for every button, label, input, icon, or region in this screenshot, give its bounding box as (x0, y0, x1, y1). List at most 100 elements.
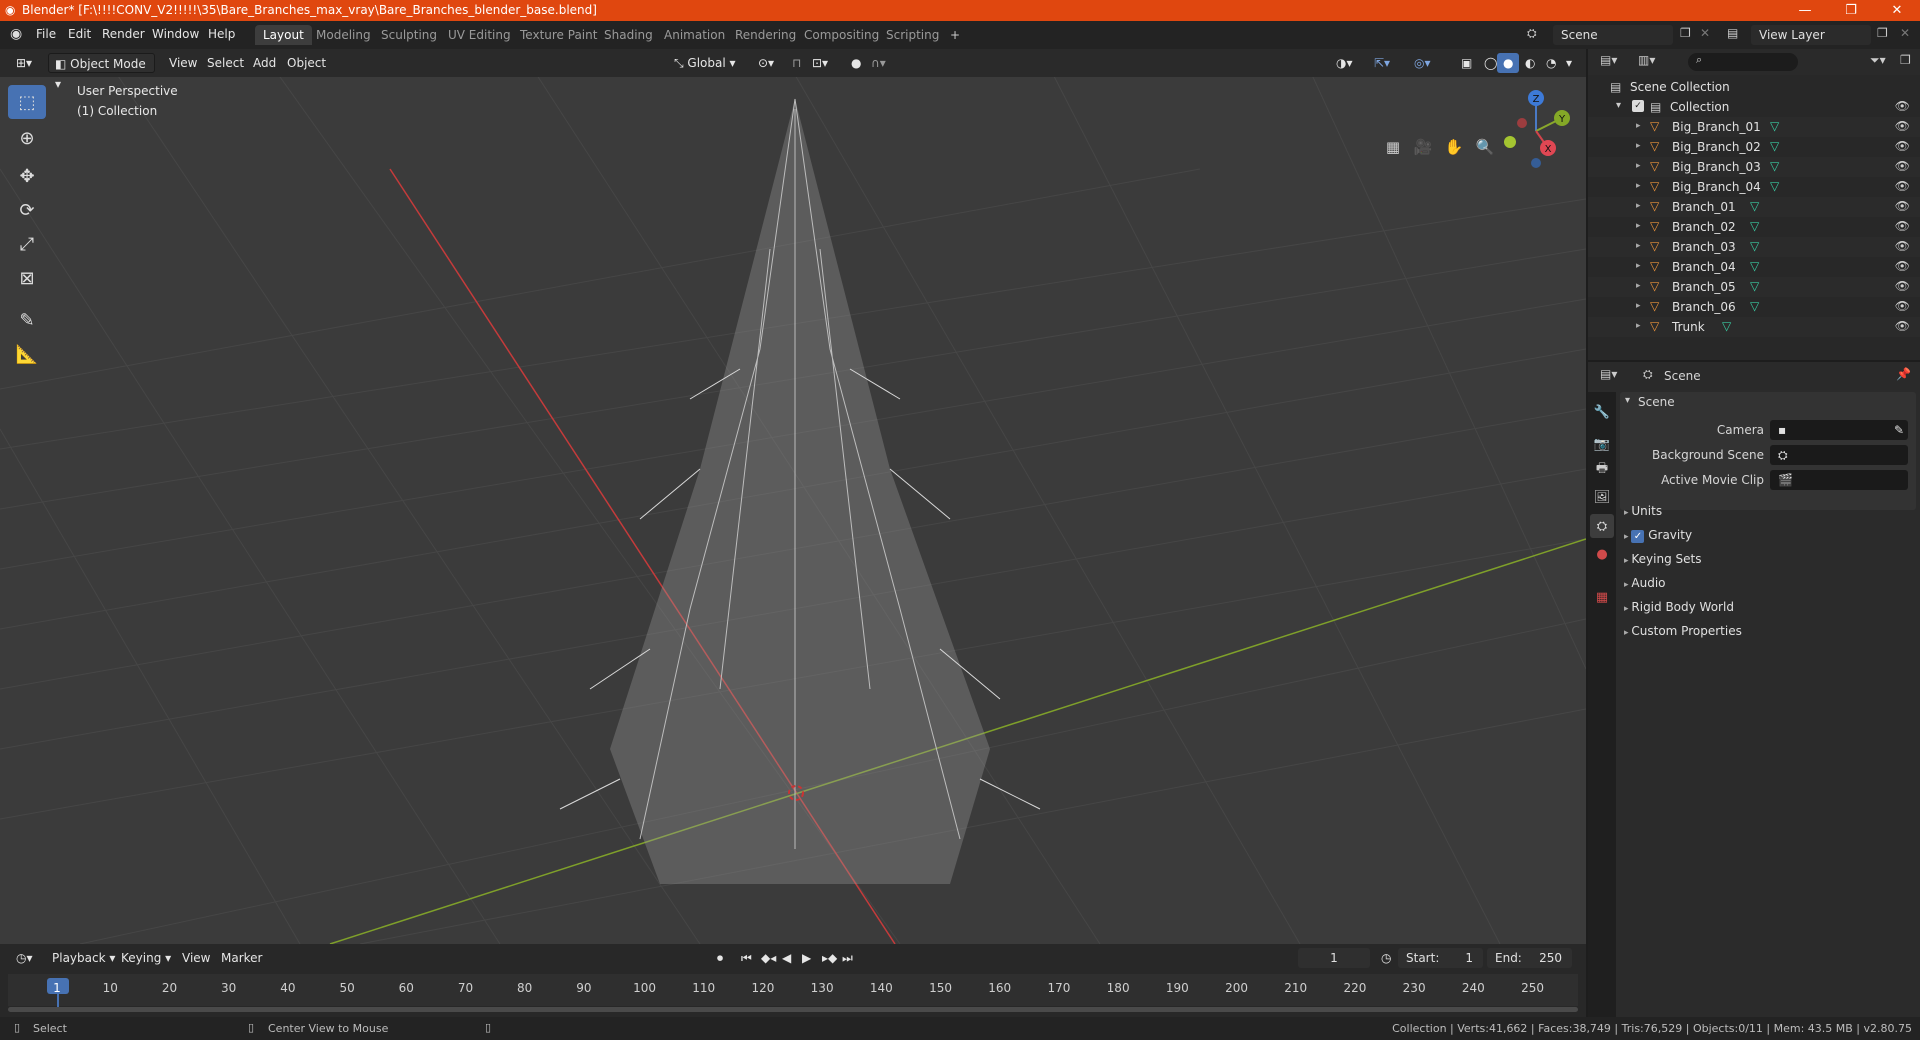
3d-viewport[interactable]: ⊞▾ ◧ Object Mode ▾ View Select Add Objec… (0, 49, 1586, 944)
pivot-point-icon[interactable]: ⊙▾ (752, 53, 780, 73)
cursor-tool[interactable]: ⊕ (8, 121, 46, 155)
expand-arrow-icon[interactable]: ▸ (1636, 141, 1641, 151)
mesh-data-icon[interactable]: ▽ (1770, 119, 1779, 133)
mesh-data-icon[interactable]: ▽ (1770, 139, 1779, 153)
eye-icon[interactable]: 👁 (1895, 299, 1910, 313)
rotate-tool[interactable]: ⟳ (8, 193, 46, 227)
menu-window[interactable]: Window (152, 27, 199, 41)
measure-tool[interactable]: 📐 (8, 337, 46, 371)
expand-arrow-icon[interactable]: ▸ (1636, 221, 1641, 231)
tab-shading[interactable]: Shading (596, 25, 661, 45)
view-layer-browse-icon[interactable]: ▤ (1727, 26, 1738, 40)
expand-arrow-icon[interactable]: ▾ (1616, 100, 1621, 111)
start-frame-field[interactable]: Start: 1 (1398, 948, 1483, 968)
snap-target-icon[interactable]: ⊡▾ (806, 53, 834, 73)
play-reverse-button[interactable]: ◀ (776, 948, 797, 968)
camera-view-icon[interactable]: 🎥 (1410, 134, 1436, 160)
tab-scripting[interactable]: Scripting (878, 25, 947, 45)
eye-icon[interactable]: 👁 (1895, 259, 1910, 273)
play-button[interactable]: ▶ (796, 948, 817, 968)
new-scene-icon[interactable]: ❐ (1680, 26, 1691, 40)
object-menu[interactable]: Object (281, 53, 332, 73)
xray-icon[interactable]: ▣ (1455, 53, 1478, 73)
mesh-data-icon[interactable]: ▽ (1770, 159, 1779, 173)
eye-icon[interactable]: 👁 (1895, 219, 1910, 233)
outliner-row-object[interactable]: ▸ ▽ Big_Branch_04 ▽ 👁 (1588, 177, 1920, 197)
tab-sculpting[interactable]: Sculpting (373, 25, 445, 45)
tab-rendering[interactable]: Rendering (727, 25, 804, 45)
keying-sets-panel[interactable]: ▸ Keying Sets (1624, 552, 1701, 566)
render-tab-icon[interactable]: 📷 (1590, 432, 1614, 456)
move-tool[interactable]: ✥ (8, 159, 46, 193)
tab-modeling[interactable]: Modeling (308, 25, 379, 45)
mode-dropdown[interactable]: ◧ Object Mode ▾ (48, 53, 155, 91)
outliner-row-object[interactable]: ▸ ▽ Branch_01 ▽ 👁 (1588, 197, 1920, 217)
record-button[interactable]: ⏺ (711, 948, 729, 968)
filter-icon[interactable]: ⏷▾ (1870, 53, 1886, 68)
expand-arrow-icon[interactable]: ▸ (1636, 161, 1641, 171)
collection-checkbox[interactable]: ✓ (1632, 100, 1644, 112)
pan-hand-icon[interactable]: ✋ (1441, 134, 1467, 160)
view-layer-tab-icon[interactable]: 🖼 (1590, 485, 1614, 509)
audio-panel[interactable]: ▸ Audio (1624, 576, 1666, 590)
current-frame-field[interactable]: 1 (1298, 948, 1370, 968)
select-box-tool[interactable]: ⬚ (8, 85, 46, 119)
keying-menu[interactable]: Keying ▾ (115, 948, 177, 968)
outliner-row-object[interactable]: ▸ ▽ Branch_04 ▽ 👁 (1588, 257, 1920, 277)
jump-end-button[interactable]: ⏭ (836, 948, 859, 968)
grid-toggle-icon[interactable]: ▦ (1380, 134, 1406, 160)
outliner-row-object[interactable]: ▸ ▽ Branch_03 ▽ 👁 (1588, 237, 1920, 257)
material-shading-icon[interactable]: ◐ (1519, 53, 1541, 73)
panel-expand-icon[interactable]: ▾ (1625, 395, 1630, 406)
transform-tool[interactable]: ⊠ (8, 261, 46, 295)
eyedropper-icon[interactable]: ✎ (1894, 420, 1904, 440)
close-button[interactable]: ✕ (1874, 0, 1920, 21)
timeline-view-menu[interactable]: View (176, 948, 216, 968)
mesh-data-icon[interactable]: ▽ (1770, 179, 1779, 193)
eye-icon[interactable]: 👁 (1895, 279, 1910, 293)
outliner-editor-type-icon[interactable]: ▤▾ (1600, 53, 1617, 67)
mesh-data-icon[interactable]: ▽ (1750, 239, 1759, 253)
outliner-row-object[interactable]: ▸ ▽ Big_Branch_03 ▽ 👁 (1588, 157, 1920, 177)
tab-texture-paint[interactable]: Texture Paint (512, 25, 605, 45)
remove-view-layer-icon[interactable]: ✕ (1900, 26, 1910, 40)
outliner-search-input[interactable]: ⌕ (1688, 53, 1798, 71)
eye-icon[interactable]: 👁 (1895, 119, 1910, 133)
outliner-row-object[interactable]: ▸ ▽ Branch_02 ▽ 👁 (1588, 217, 1920, 237)
eye-icon[interactable]: 👁 (1895, 139, 1910, 153)
mesh-data-icon[interactable]: ▽ (1750, 299, 1759, 313)
end-frame-field[interactable]: End: 250 (1487, 948, 1572, 968)
scene-field[interactable]: Scene (1553, 25, 1673, 45)
scene-tab-icon[interactable]: ⛭ (1590, 514, 1614, 538)
expand-arrow-icon[interactable]: ▸ (1636, 281, 1641, 291)
eye-icon[interactable]: 👁 (1895, 199, 1910, 213)
eye-icon[interactable]: 👁 (1895, 179, 1910, 193)
display-mode-icon[interactable]: ▥▾ (1638, 53, 1655, 67)
new-collection-icon[interactable]: ❐ (1900, 53, 1911, 67)
world-tab-icon[interactable]: ● (1590, 542, 1614, 566)
expand-arrow-icon[interactable]: ▸ (1636, 241, 1641, 251)
scene-panel-title[interactable]: Scene (1638, 395, 1675, 409)
texture-tab-icon[interactable]: ▦ (1590, 585, 1614, 609)
annotate-tool[interactable]: ✎ (8, 303, 46, 337)
mesh-data-icon[interactable]: ▽ (1750, 219, 1759, 233)
zoom-icon[interactable]: 🔍 (1472, 134, 1498, 160)
preview-range-icon[interactable]: ◷ (1375, 948, 1397, 968)
mesh-data-icon[interactable]: ▽ (1750, 199, 1759, 213)
add-workspace-button[interactable]: + (942, 25, 968, 45)
units-panel[interactable]: ▸ Units (1624, 504, 1662, 518)
outliner-row-object[interactable]: ▸ ▽ Trunk ▽ 👁 (1588, 317, 1920, 337)
camera-field[interactable]: ▪ ✎ (1770, 420, 1908, 440)
shading-options-icon[interactable]: ▾ (1560, 53, 1578, 73)
mesh-data-icon[interactable]: ▽ (1750, 279, 1759, 293)
output-tab-icon[interactable]: 🖶 (1590, 458, 1614, 482)
outliner-row-object[interactable]: ▸ ▽ Branch_06 ▽ 👁 (1588, 297, 1920, 317)
menu-render[interactable]: Render (102, 27, 145, 41)
eye-icon[interactable]: 👁 (1895, 239, 1910, 253)
expand-arrow-icon[interactable]: ▸ (1636, 121, 1641, 131)
tab-compositing[interactable]: Compositing (796, 25, 887, 45)
orientation-dropdown[interactable]: ⤡ Global ▾ (668, 53, 742, 73)
remove-scene-icon[interactable]: ✕ (1700, 26, 1710, 40)
gravity-panel[interactable]: ▸ ✓ Gravity (1624, 528, 1692, 543)
custom-properties-panel[interactable]: ▸ Custom Properties (1624, 624, 1742, 638)
